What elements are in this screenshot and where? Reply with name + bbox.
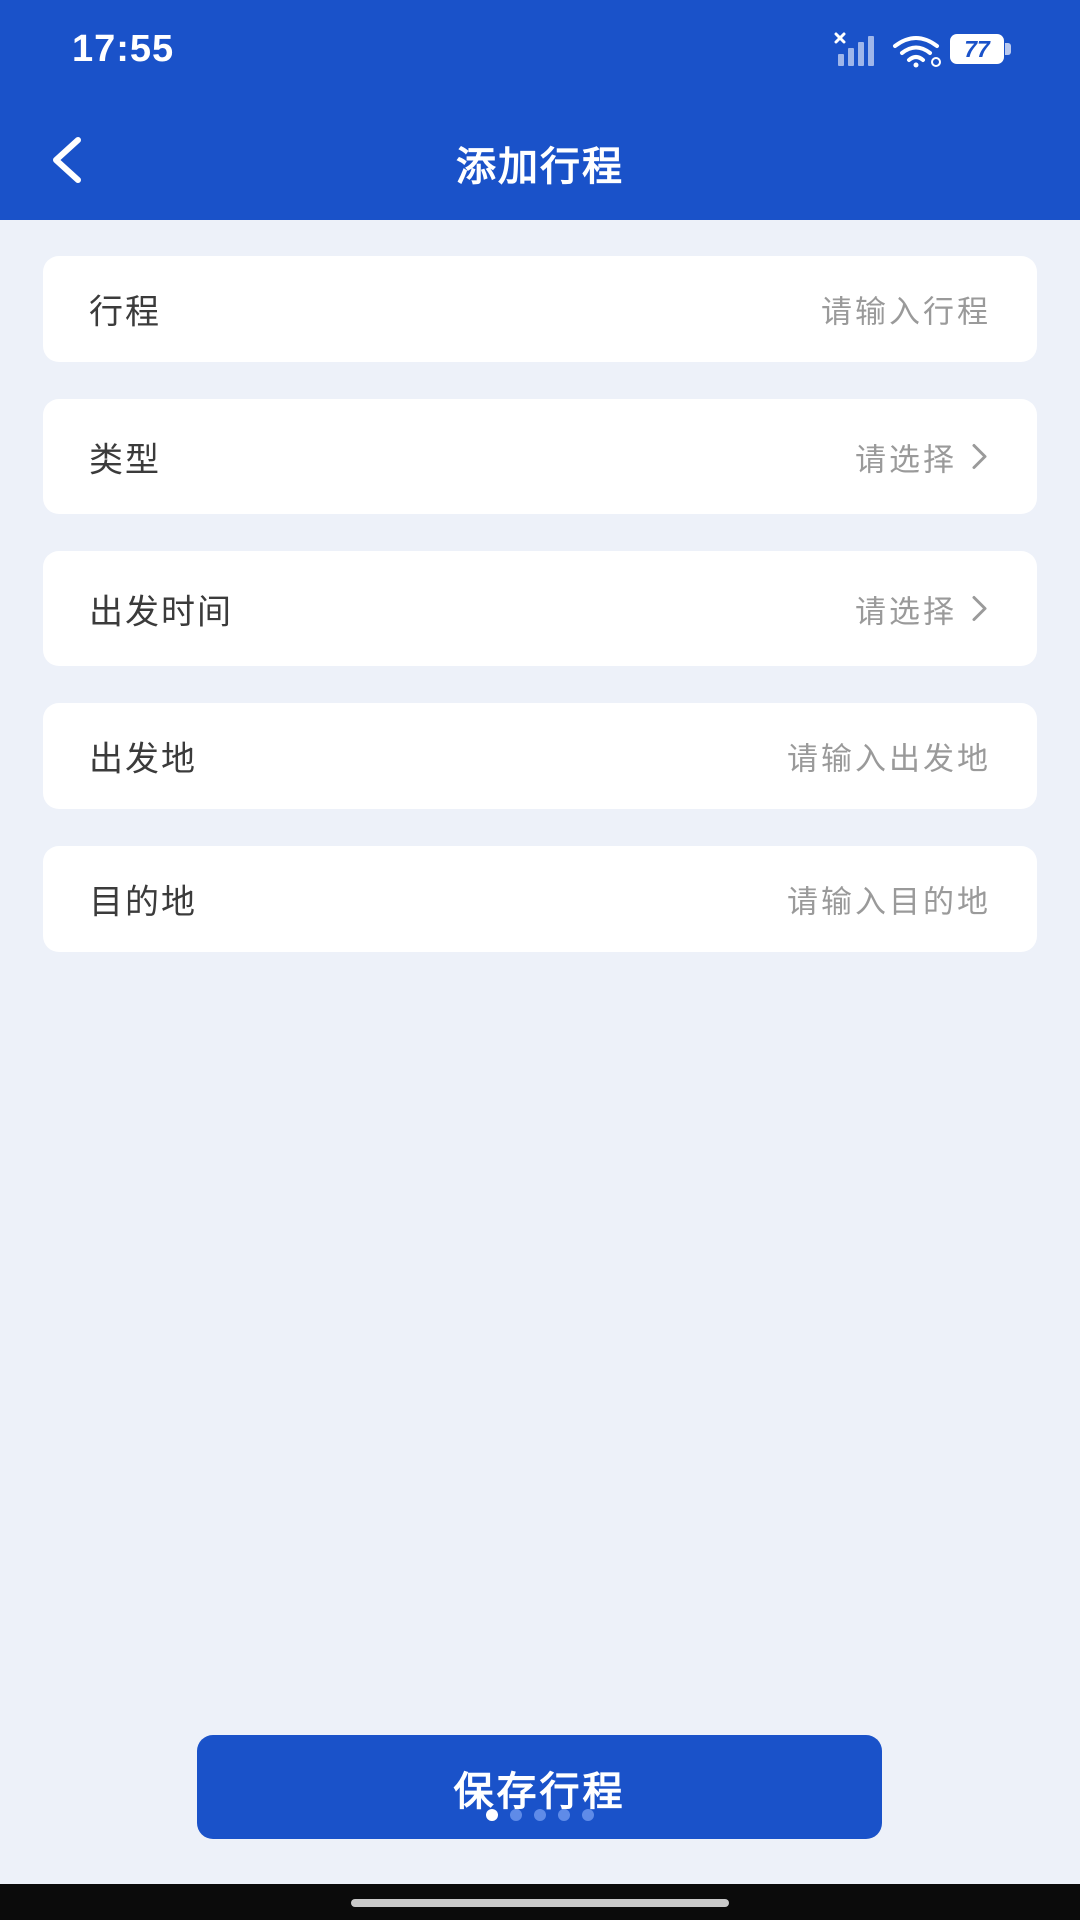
battery-icon: 77: [950, 34, 1012, 64]
departure-time-row[interactable]: 出发时间 请选择: [43, 551, 1037, 666]
row-placeholder: 请输入目的地: [787, 884, 991, 921]
save-trip-button[interactable]: 保存行程: [197, 1735, 882, 1839]
trip-type-select[interactable]: 请选择: [855, 434, 991, 479]
trip-name-input[interactable]: 请输入行程: [821, 287, 991, 332]
row-label: 出发地: [89, 739, 197, 780]
trip-name-row[interactable]: 行程 请输入行程: [43, 256, 1037, 362]
departure-time-select[interactable]: 请选择: [855, 586, 991, 631]
row-label: 类型: [89, 440, 161, 480]
chevron-right-icon: [972, 596, 987, 621]
row-label: 目的地: [89, 882, 197, 923]
wifi-icon: [893, 36, 941, 68]
page-dot: [557, 1809, 570, 1821]
system-nav-bar: [0, 1884, 1080, 1920]
page-indicator: [197, 1809, 882, 1821]
signal-icon: [834, 32, 874, 66]
page-dot: [533, 1809, 546, 1821]
row-placeholder: 请选择: [855, 442, 957, 478]
row-placeholder: 请选择: [855, 594, 957, 630]
trip-type-row[interactable]: 类型 请选择: [43, 399, 1037, 514]
battery-level: 77: [964, 36, 990, 62]
destination-row[interactable]: 目的地 请输入目的地: [43, 846, 1037, 952]
destination-input[interactable]: 请输入目的地: [787, 877, 991, 922]
status-time: 17:55: [72, 28, 175, 70]
page-dot: [485, 1809, 498, 1821]
row-placeholder: 请输入行程: [821, 294, 991, 331]
page-dot: [581, 1809, 594, 1821]
status-bar: 17:55 77: [0, 0, 1080, 104]
row-placeholder: 请输入出发地: [787, 741, 991, 778]
row-label: 出发时间: [89, 592, 233, 632]
page-title: 添加行程: [456, 144, 624, 190]
row-label: 行程: [89, 292, 161, 333]
chevron-right-icon: [972, 444, 987, 469]
departure-place-row[interactable]: 出发地 请输入出发地: [43, 703, 1037, 809]
home-indicator[interactable]: [351, 1899, 729, 1907]
departure-place-input[interactable]: 请输入出发地: [787, 734, 991, 779]
nav-bar: 添加行程: [0, 104, 1080, 220]
page-dot: [509, 1809, 522, 1821]
